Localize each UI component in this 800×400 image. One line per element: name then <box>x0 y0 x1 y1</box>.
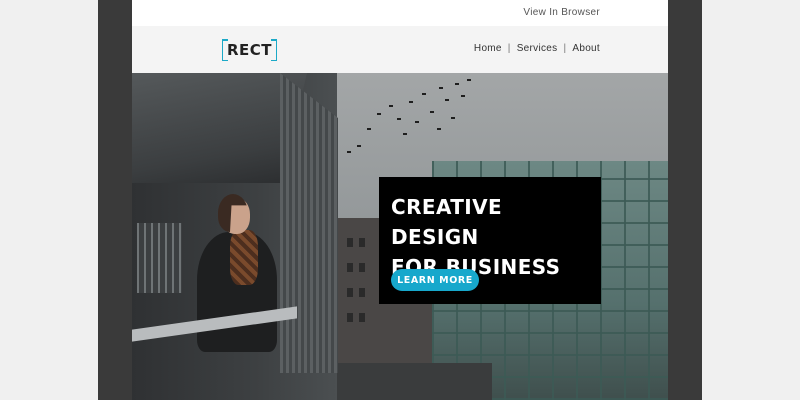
birds-flock <box>327 73 477 163</box>
view-in-browser-link[interactable]: View In Browser <box>523 7 600 18</box>
nav-item-about[interactable]: About <box>572 43 600 54</box>
nav-separator: | <box>563 43 567 54</box>
email-header: RECT Home | Services | About <box>132 26 668 73</box>
hero-image: CREATIVE DESIGN FOR BUSINESS LEARN MORE <box>132 73 668 400</box>
nav-separator: | <box>507 43 511 54</box>
email-template: View In Browser RECT Home | Services | A… <box>132 0 668 400</box>
woman-on-balcony <box>192 194 282 398</box>
main-nav: Home | Services | About <box>474 43 600 54</box>
nav-item-services[interactable]: Services <box>517 43 558 54</box>
street <box>332 363 492 400</box>
top-bar: View In Browser <box>132 0 668 26</box>
balcony-window <box>137 223 182 293</box>
logo-text: RECT <box>227 41 273 59</box>
nav-item-home[interactable]: Home <box>474 43 502 54</box>
building-siding <box>280 73 338 373</box>
learn-more-button[interactable]: LEARN MORE <box>391 269 479 291</box>
hero-cta-panel: CREATIVE DESIGN FOR BUSINESS LEARN MORE <box>379 177 601 304</box>
logo[interactable]: RECT <box>222 39 278 61</box>
